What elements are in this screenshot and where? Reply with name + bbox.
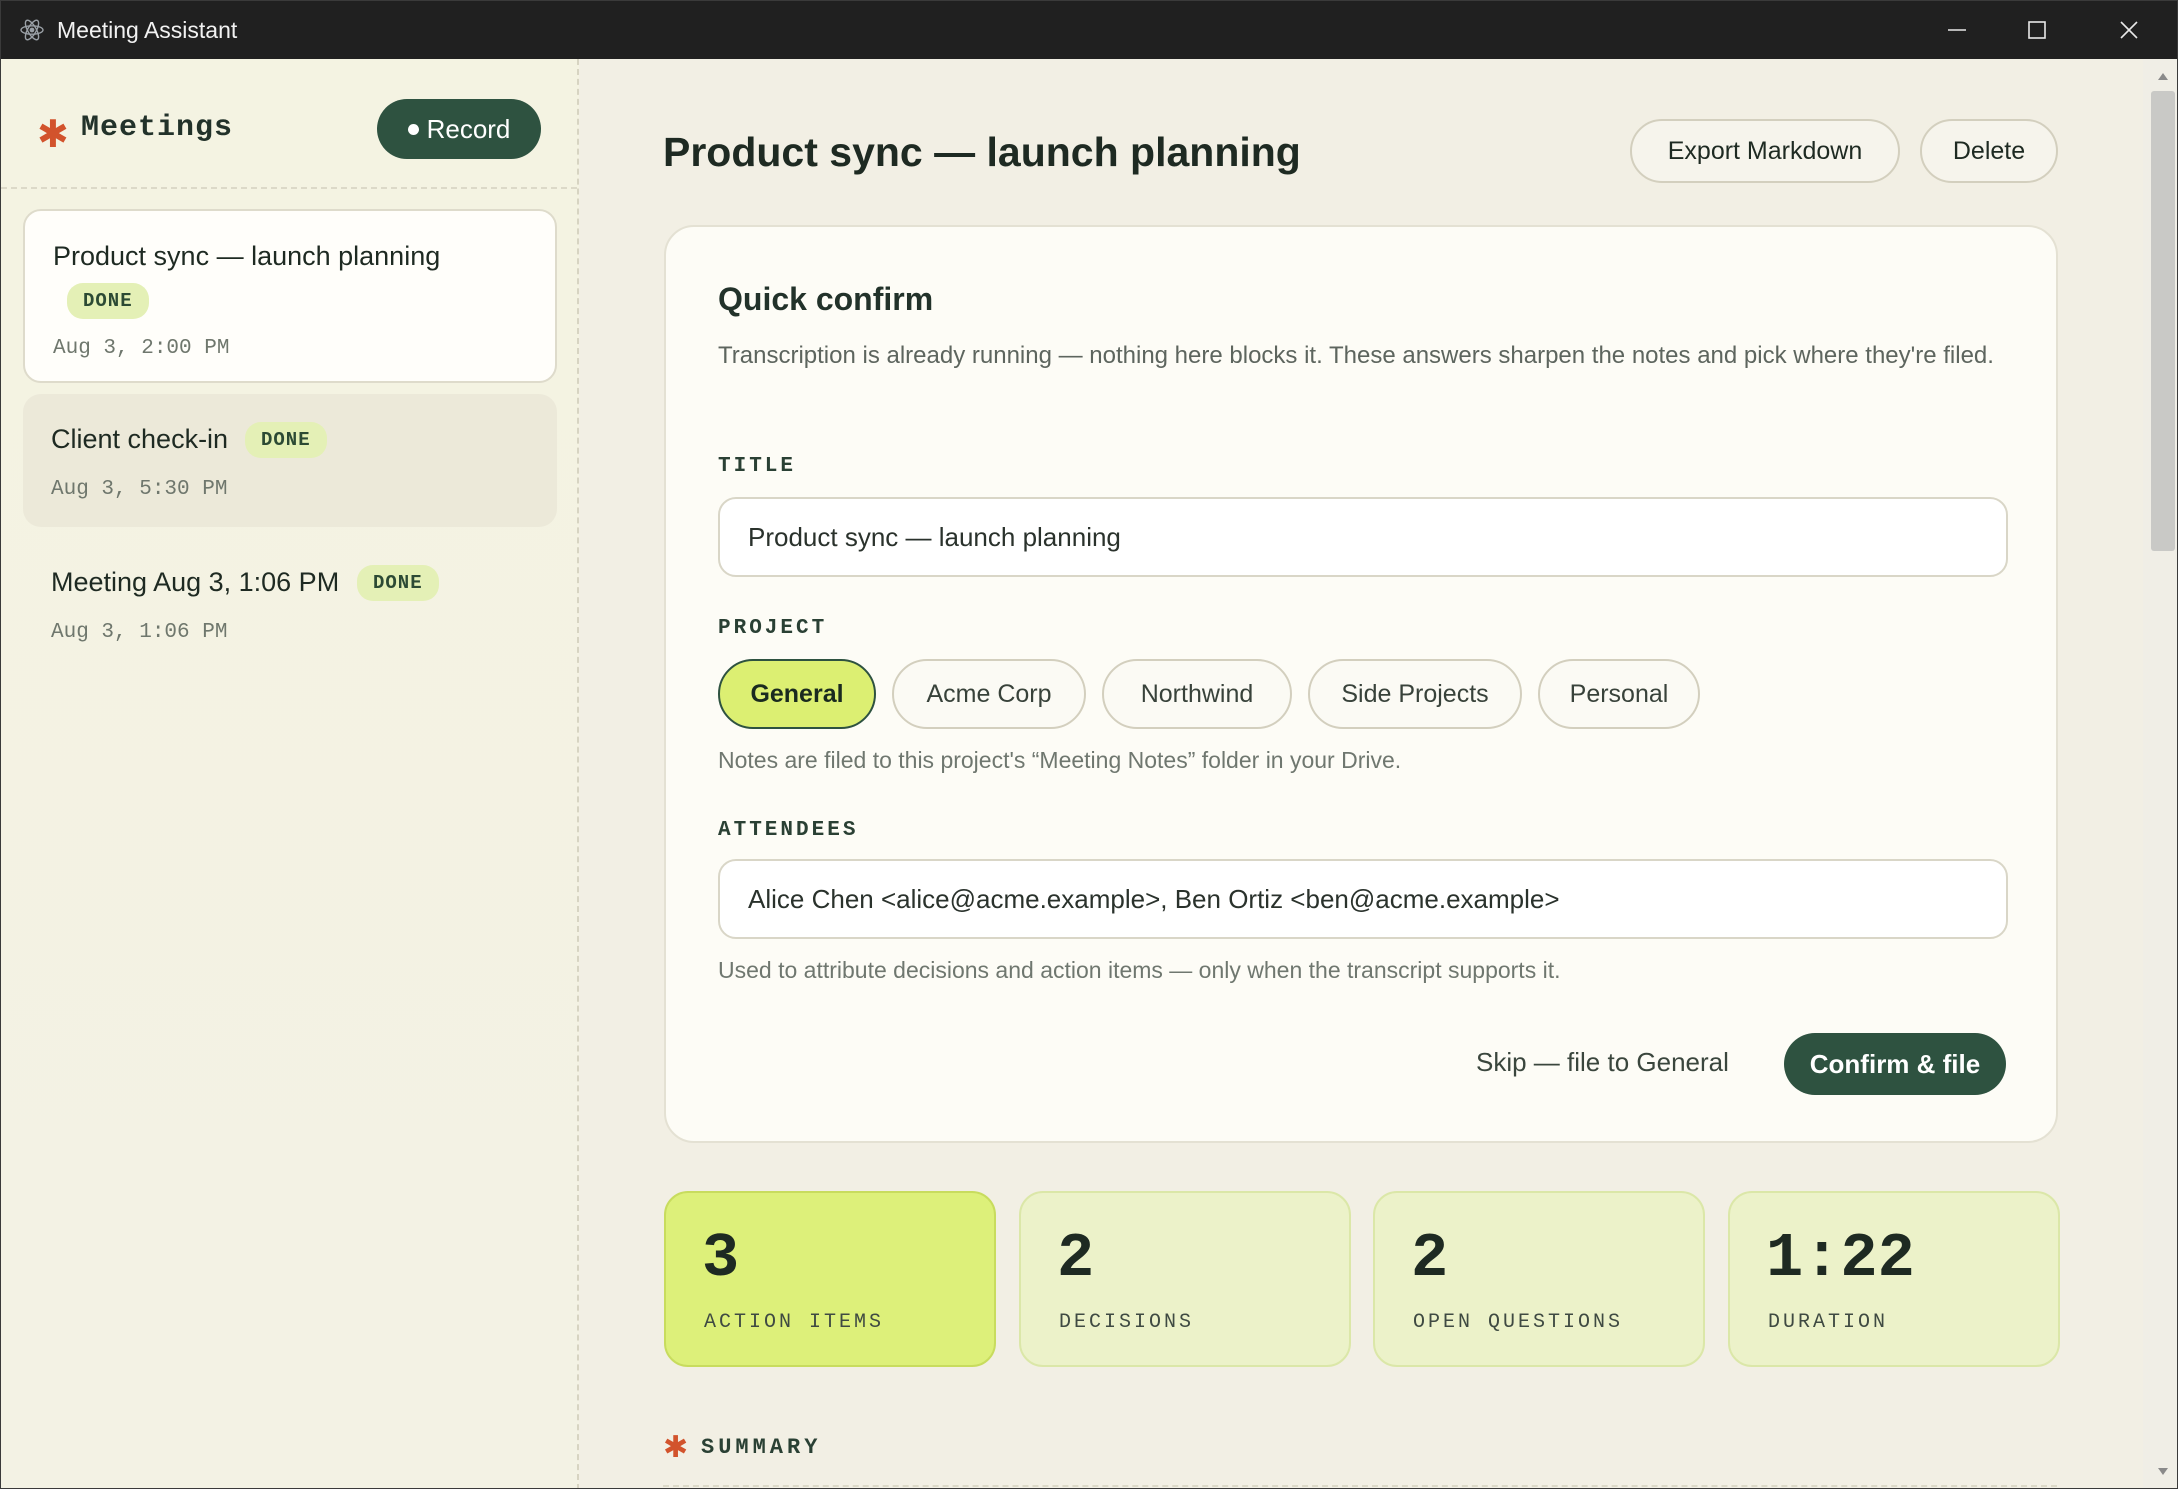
scroll-down-icon[interactable] [2153, 1461, 2173, 1481]
minimize-icon [1948, 29, 1966, 31]
stat-value: 2 [1057, 1223, 1095, 1294]
stat-label: DURATION [1768, 1311, 1889, 1334]
scroll-up-icon[interactable] [2153, 67, 2173, 87]
close-button[interactable] [2083, 1, 2175, 59]
stat-label: ACTION ITEMS [704, 1311, 885, 1334]
window-title: Meeting Assistant [57, 17, 238, 43]
project-field-label: PROJECT [718, 617, 828, 640]
maximize-button[interactable] [1991, 1, 2083, 59]
meeting-item-date: Aug 3, 1:06 PM [51, 621, 228, 644]
meeting-item-client-checkin[interactable]: Client check-in DONE Aug 3, 5:30 PM [23, 394, 557, 527]
stat-label: DECISIONS [1059, 1311, 1195, 1334]
title-input[interactable] [718, 497, 2008, 577]
quick-confirm-heading: Quick confirm [718, 281, 934, 317]
meeting-item-date: Aug 3, 5:30 PM [51, 478, 228, 501]
page-title: Product sync — launch planning [663, 129, 1301, 175]
meeting-item-title: Product sync — launch planning [53, 241, 441, 271]
record-dot-icon [407, 123, 419, 135]
maximize-icon [2028, 21, 2046, 39]
project-chip-acme-corp[interactable]: Acme Corp [892, 659, 1086, 729]
status-badge: DONE [357, 565, 439, 601]
title-bar: Meeting Assistant [1, 1, 2177, 59]
attendees-field-label: ATTENDEES [718, 819, 859, 842]
electron-icon [20, 19, 44, 41]
meeting-item-date: Aug 3, 2:00 PM [53, 337, 230, 360]
project-chip-personal[interactable]: Personal [1538, 659, 1700, 729]
record-button[interactable]: Record [377, 99, 541, 159]
quick-confirm-description: Transcription is already running — nothi… [718, 342, 1994, 369]
project-chip-general[interactable]: General [718, 659, 876, 729]
stat-value: 1:22 [1766, 1223, 1915, 1294]
quick-confirm-card: Quick confirm Transcription is already r… [664, 225, 2058, 1143]
attendees-hint: Used to attribute decisions and action i… [718, 957, 1561, 983]
delete-button[interactable]: Delete [1920, 119, 2058, 183]
asterisk-icon: ✱ [663, 1430, 689, 1465]
stat-card-decisions[interactable]: 2 DECISIONS [1019, 1191, 1351, 1367]
stat-card-duration[interactable]: 1:22 DURATION [1728, 1191, 2060, 1367]
meeting-item-title: Client check-in [51, 424, 229, 454]
meeting-item-product-sync[interactable]: Product sync — launch planning DONE Aug … [23, 209, 557, 383]
attendees-input[interactable] [718, 859, 2008, 939]
stat-card-open-questions[interactable]: 2 OPEN QUESTIONS [1373, 1191, 1705, 1367]
asterisk-icon: ✱ [37, 112, 69, 156]
project-chip-side-projects[interactable]: Side Projects [1308, 659, 1522, 729]
stat-card-action-items[interactable]: 3 ACTION ITEMS [664, 1191, 996, 1367]
record-label: Record [426, 113, 511, 144]
status-badge: DONE [245, 422, 327, 458]
summary-heading: SUMMARY [701, 1435, 822, 1460]
sidebar-header: ✱ Meetings Record [1, 59, 577, 189]
skip-button[interactable]: Skip — file to General [1476, 1047, 1729, 1078]
scrollbar-thumb[interactable] [2151, 91, 2175, 551]
section-divider [663, 1485, 2057, 1487]
meeting-item-meeting-aug-3[interactable]: Meeting Aug 3, 1:06 PM DONE Aug 3, 1:06 … [23, 537, 557, 670]
export-markdown-button[interactable]: Export Markdown [1630, 119, 1900, 183]
sidebar-title: Meetings [81, 111, 234, 145]
project-hint: Notes are filed to this project's “Meeti… [718, 747, 1402, 773]
status-badge: DONE [67, 283, 149, 319]
stat-value: 3 [702, 1223, 740, 1294]
close-icon [2120, 21, 2138, 39]
project-chip-northwind[interactable]: Northwind [1102, 659, 1292, 729]
stat-label: OPEN QUESTIONS [1413, 1311, 1624, 1334]
minimize-button[interactable] [1911, 1, 2003, 59]
app-window: Meeting Assistant ✱ Meetings Record Prod… [0, 0, 2178, 1489]
stat-value: 2 [1411, 1223, 1449, 1294]
title-field-label: TITLE [718, 455, 797, 478]
sidebar: ✱ Meetings Record Product sync — launch … [1, 59, 579, 1488]
confirm-file-button[interactable]: Confirm & file [1784, 1033, 2006, 1095]
meeting-item-title: Meeting Aug 3, 1:06 PM [51, 567, 340, 597]
